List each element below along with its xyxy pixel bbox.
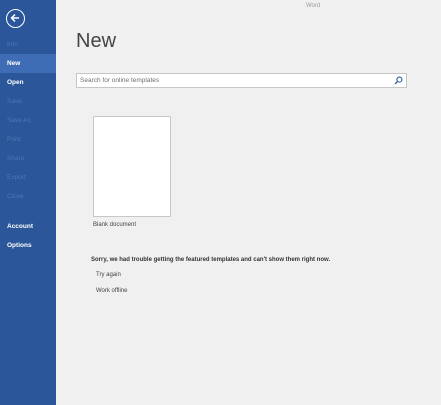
nav-export[interactable]: Export <box>0 168 56 187</box>
try-again-link[interactable]: Try again <box>96 272 121 278</box>
app-name: Word <box>306 3 321 9</box>
template-search-input[interactable] <box>77 74 387 87</box>
nav-save[interactable]: Save <box>0 92 56 111</box>
blank-document-thumbnail[interactable] <box>93 116 171 217</box>
back-button[interactable] <box>6 9 25 28</box>
nav-share[interactable]: Share <box>0 149 56 168</box>
nav-info[interactable]: Info <box>0 35 56 54</box>
nav-new[interactable]: New <box>0 54 56 73</box>
work-offline-link[interactable]: Work offline <box>96 288 127 294</box>
nav-close[interactable]: Close <box>0 187 56 206</box>
nav-account[interactable]: Account <box>0 217 56 236</box>
nav-save-as[interactable]: Save As <box>0 111 56 130</box>
nav-options[interactable]: Options <box>0 236 56 255</box>
backstage-sidebar: Info New Open Save Save As Print Share E… <box>0 0 56 405</box>
template-search-box <box>76 73 407 88</box>
blank-document-label: Blank document <box>93 222 137 228</box>
nav-open[interactable]: Open <box>0 73 56 92</box>
templates-error-message: Sorry, we had trouble getting the featur… <box>91 257 331 263</box>
back-arrow-icon <box>10 13 19 23</box>
backstage-main: Word New Blank document Sorry, we had tr… <box>56 0 441 405</box>
nav-print[interactable]: Print <box>0 130 56 149</box>
search-icon[interactable] <box>394 76 403 85</box>
page-title: New <box>76 30 117 52</box>
